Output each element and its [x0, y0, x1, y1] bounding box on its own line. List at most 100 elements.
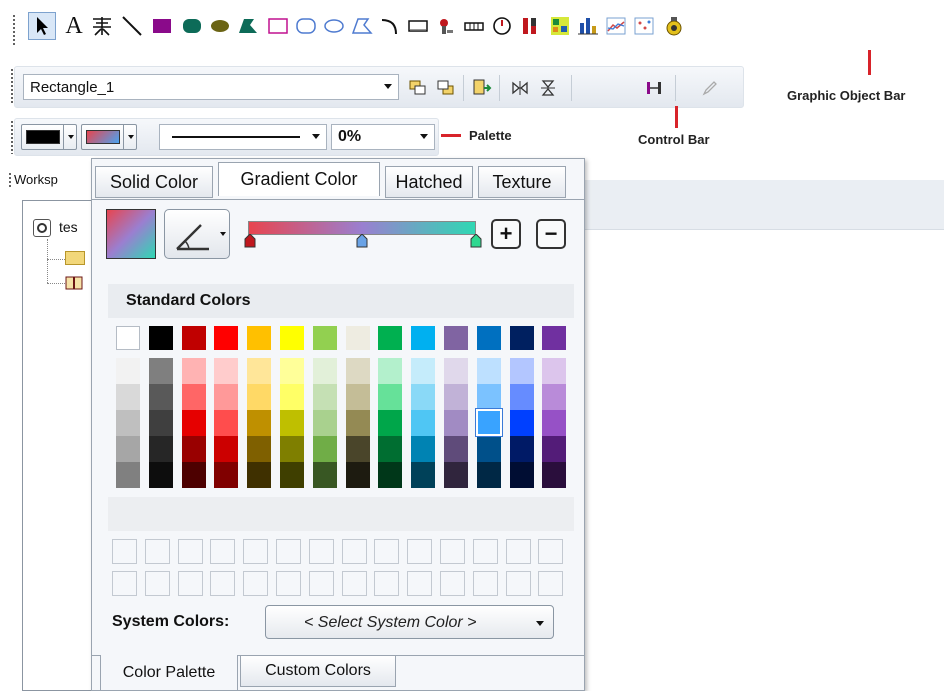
color-shade-swatch[interactable] [214, 462, 238, 488]
custom-color-slot[interactable] [178, 539, 203, 564]
custom-color-slot[interactable] [309, 571, 334, 596]
custom-color-slot[interactable] [112, 571, 137, 596]
gradient-bar[interactable] [248, 221, 476, 235]
color-shade-swatch[interactable] [149, 358, 173, 384]
color-shade-swatch[interactable] [182, 384, 206, 410]
custom-color-slot[interactable] [342, 539, 367, 564]
color-shade-swatch[interactable] [247, 410, 271, 436]
color-shade-swatch[interactable] [280, 410, 304, 436]
color-shade-swatch[interactable] [411, 462, 435, 488]
color-shade-swatch[interactable] [116, 436, 140, 462]
tab-solid-color[interactable]: Solid Color [95, 166, 213, 198]
color-shade-swatch[interactable] [280, 384, 304, 410]
line-color-button[interactable] [21, 124, 77, 150]
color-swatch[interactable] [280, 326, 304, 350]
tree-root-label[interactable]: tes [59, 219, 78, 235]
tab-texture[interactable]: Texture [478, 166, 566, 198]
color-shade-swatch[interactable] [378, 410, 402, 436]
custom-color-slot[interactable] [374, 571, 399, 596]
color-shade-swatch[interactable] [116, 384, 140, 410]
color-shade-swatch[interactable] [116, 462, 140, 488]
tab-gradient-color[interactable]: Gradient Color [218, 162, 380, 196]
button-tool-icon[interactable] [404, 12, 432, 40]
pointer-tool-icon[interactable] [28, 12, 56, 40]
bring-forward-icon[interactable] [407, 77, 429, 99]
chevron-down-icon[interactable] [420, 134, 428, 139]
custom-color-slot[interactable] [276, 539, 301, 564]
color-swatch[interactable] [214, 326, 238, 350]
empty-ellipse-tool-icon[interactable] [320, 12, 348, 40]
color-shade-swatch[interactable] [346, 384, 370, 410]
custom-color-slot[interactable] [243, 571, 268, 596]
flip-horizontal-icon[interactable] [509, 77, 531, 99]
bar-chart-tool-icon[interactable] [574, 12, 602, 40]
color-shade-swatch[interactable] [149, 436, 173, 462]
trend-chart-tool-icon[interactable] [602, 12, 630, 40]
color-shade-swatch[interactable] [411, 384, 435, 410]
xy-chart-tool-icon[interactable] [630, 12, 658, 40]
color-shade-swatch[interactable] [214, 410, 238, 436]
color-shade-swatch[interactable] [510, 462, 534, 488]
empty-polygon-tool-icon[interactable] [348, 12, 376, 40]
color-shade-swatch[interactable] [313, 384, 337, 410]
color-swatch[interactable] [444, 326, 468, 350]
color-shade-swatch[interactable] [182, 436, 206, 462]
book-icon[interactable] [65, 275, 83, 291]
alarm-tool-icon[interactable] [660, 12, 688, 40]
color-swatch[interactable] [510, 326, 534, 350]
valve-tool-icon[interactable] [432, 12, 460, 40]
color-shade-swatch[interactable] [444, 436, 468, 462]
color-shade-swatch[interactable] [510, 358, 534, 384]
transparency-combobox[interactable]: 0% [331, 124, 435, 150]
color-shade-swatch[interactable] [149, 462, 173, 488]
text-tool-icon[interactable]: A [60, 12, 88, 40]
gradient-stop-end[interactable] [470, 233, 482, 251]
color-shade-swatch[interactable] [182, 462, 206, 488]
color-shade-swatch[interactable] [214, 384, 238, 410]
color-shade-swatch[interactable] [247, 462, 271, 488]
project-icon[interactable] [33, 219, 51, 237]
color-shade-swatch[interactable] [378, 436, 402, 462]
color-shade-swatch[interactable] [510, 436, 534, 462]
custom-color-slot[interactable] [407, 539, 432, 564]
color-shade-swatch[interactable] [313, 436, 337, 462]
empty-rectangle-tool-icon[interactable] [264, 12, 292, 40]
color-shade-swatch[interactable] [346, 462, 370, 488]
color-swatch[interactable] [411, 326, 435, 350]
tab-color-palette[interactable]: Color Palette [100, 655, 238, 691]
custom-color-slot[interactable] [440, 539, 465, 564]
custom-color-slot[interactable] [374, 539, 399, 564]
color-swatch[interactable] [313, 326, 337, 350]
ellipse-tool-icon[interactable] [206, 12, 234, 40]
custom-color-slot[interactable] [538, 539, 563, 564]
color-shade-swatch[interactable] [313, 358, 337, 384]
flip-vertical-icon[interactable] [537, 77, 559, 99]
color-shade-swatch[interactable] [346, 410, 370, 436]
polygon-tool-icon[interactable] [234, 12, 262, 40]
custom-color-slot[interactable] [506, 539, 531, 564]
color-shade-swatch[interactable] [247, 358, 271, 384]
color-shade-swatch[interactable] [149, 384, 173, 410]
folder-icon[interactable] [65, 251, 85, 265]
color-shade-swatch[interactable] [411, 436, 435, 462]
custom-color-slot[interactable] [210, 571, 235, 596]
gradient-preview-swatch[interactable] [106, 209, 156, 259]
gradient-stop-start[interactable] [244, 233, 256, 251]
color-shade-swatch[interactable] [149, 410, 173, 436]
color-shade-swatch[interactable] [116, 410, 140, 436]
color-shade-swatch[interactable] [280, 358, 304, 384]
gauge-tool-icon[interactable] [488, 12, 516, 40]
custom-color-slot[interactable] [178, 571, 203, 596]
color-shade-swatch[interactable] [477, 462, 501, 488]
color-shade-swatch[interactable] [444, 358, 468, 384]
color-shade-swatch[interactable] [280, 436, 304, 462]
chevron-down-icon[interactable] [312, 134, 320, 139]
color-shade-swatch[interactable] [411, 358, 435, 384]
send-backward-icon[interactable] [435, 77, 457, 99]
group-objects-icon[interactable] [471, 77, 493, 99]
color-shade-swatch[interactable] [542, 358, 566, 384]
color-shade-swatch[interactable] [214, 358, 238, 384]
custom-color-slot[interactable] [145, 571, 170, 596]
add-gradient-stop-button[interactable]: + [491, 219, 521, 249]
chevron-down-icon[interactable] [384, 84, 392, 89]
